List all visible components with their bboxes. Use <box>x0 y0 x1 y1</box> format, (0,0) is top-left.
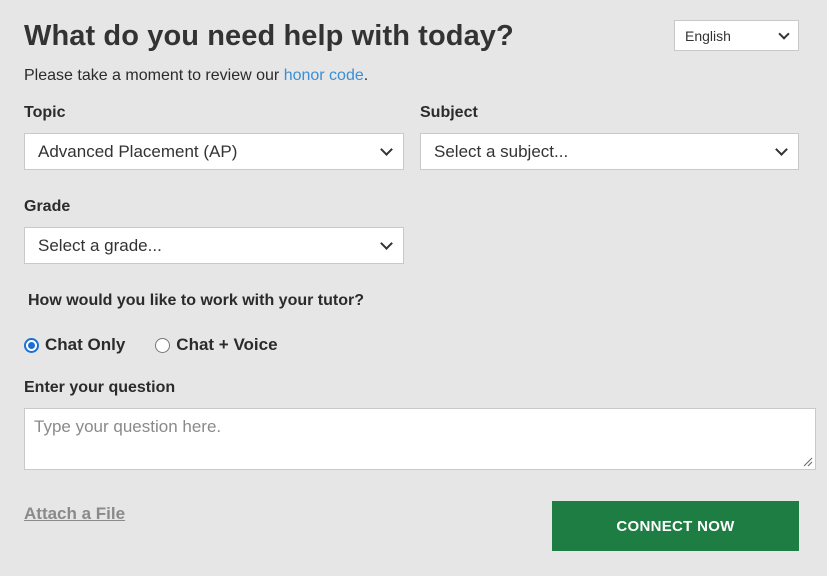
chat-voice-label[interactable]: Chat + Voice <box>176 335 277 355</box>
honor-code-text-after: . <box>363 67 369 84</box>
honor-code-notice: Please take a moment to review our honor… <box>24 67 368 85</box>
language-select[interactable]: English <box>674 20 799 51</box>
question-placeholder: Type your question here. <box>34 417 222 436</box>
honor-code-link[interactable]: honor code <box>284 67 364 84</box>
grade-label: Grade <box>24 198 71 215</box>
help-request-form-page: What do you need help with today? Englis… <box>0 0 827 576</box>
grade-select[interactable]: Select a grade... <box>24 227 404 264</box>
chat-only-label[interactable]: Chat Only <box>45 335 125 355</box>
chevron-down-icon <box>380 142 393 156</box>
connect-now-button[interactable]: CONNECT NOW <box>552 501 799 551</box>
question-textarea[interactable]: Type your question here. <box>24 408 816 470</box>
subject-label: Subject <box>420 104 478 121</box>
chevron-down-icon <box>380 236 393 250</box>
chat-voice-radio[interactable] <box>155 337 171 353</box>
radio-option-chat-voice[interactable]: Chat + Voice <box>155 335 278 355</box>
resize-handle-icon[interactable] <box>803 457 813 467</box>
subject-select-value: Select a subject... <box>434 141 569 161</box>
subject-select[interactable]: Select a subject... <box>420 133 799 170</box>
language-select-value: English <box>685 27 731 44</box>
topic-select[interactable]: Advanced Placement (AP) <box>24 133 404 170</box>
topic-select-value: Advanced Placement (AP) <box>38 141 238 161</box>
page-title: What do you need help with today? <box>24 20 514 52</box>
tutor-mode-radio-group: Chat Only Chat + Voice <box>24 335 308 355</box>
topic-label: Topic <box>24 104 66 121</box>
honor-code-text-before: Please take a moment to review our <box>24 67 284 84</box>
grade-select-value: Select a grade... <box>38 235 162 255</box>
tutor-mode-prompt: How would you like to work with your tut… <box>28 292 364 309</box>
chevron-down-icon <box>778 27 790 40</box>
chevron-down-icon <box>775 142 788 156</box>
question-label: Enter your question <box>24 379 176 396</box>
attach-file-link[interactable]: Attach a File <box>24 504 125 524</box>
radio-option-chat-only[interactable]: Chat Only <box>24 335 125 355</box>
chat-only-radio[interactable] <box>24 337 39 353</box>
